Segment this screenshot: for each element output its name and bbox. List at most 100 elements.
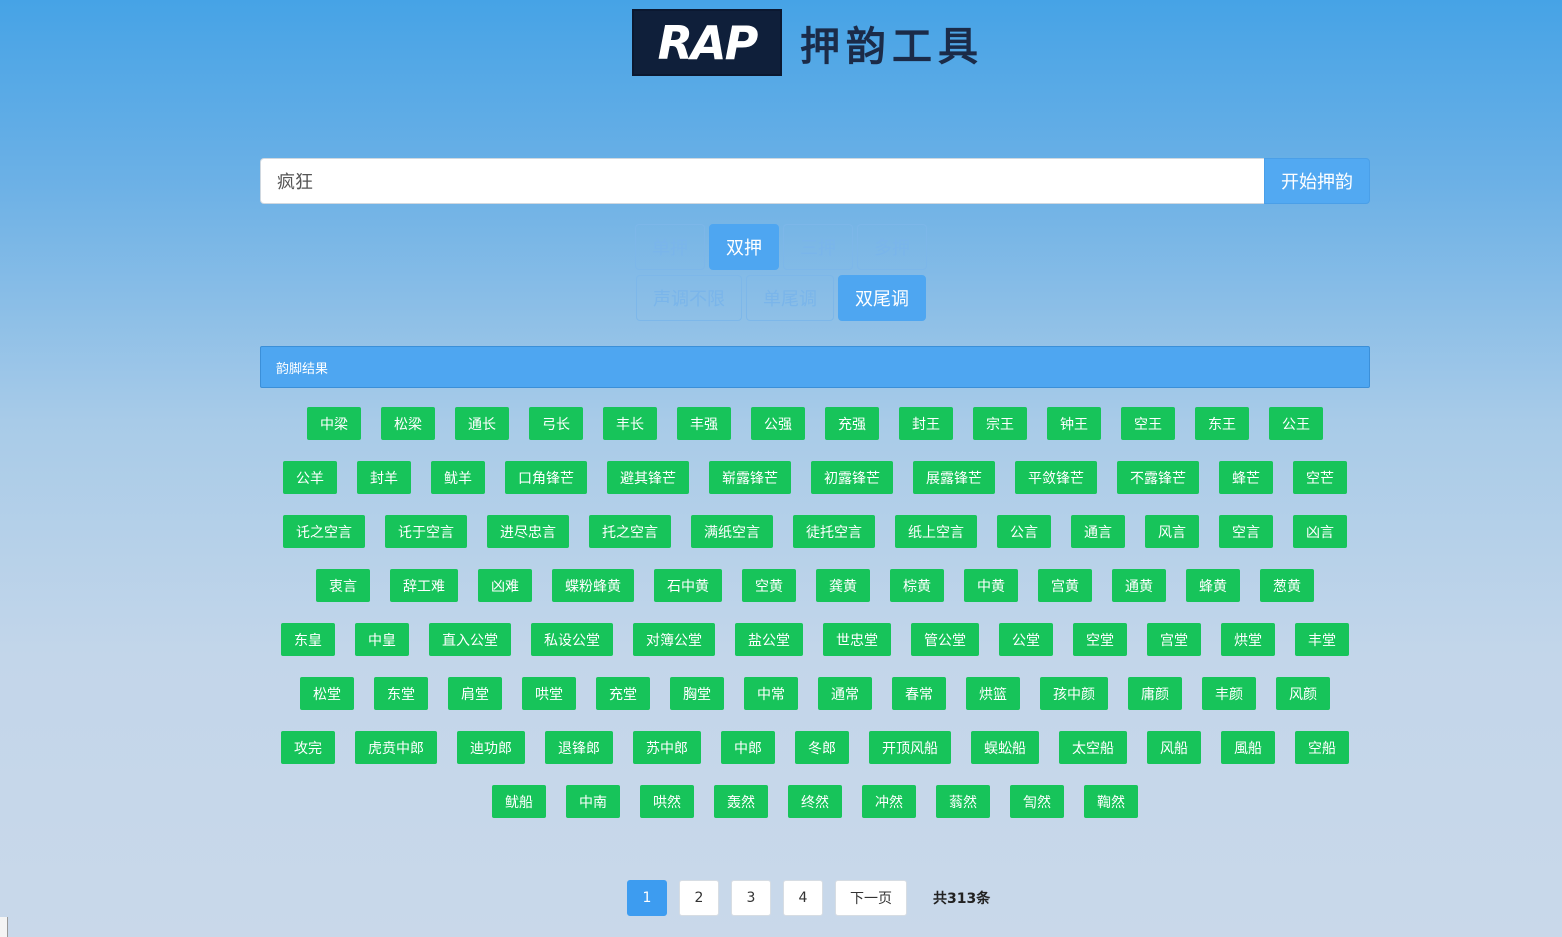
rhyme-word-tag[interactable]: 东王 xyxy=(1195,407,1249,440)
rhyme-word-tag[interactable]: 展露锋芒 xyxy=(913,461,995,494)
rhyme-word-tag[interactable]: 中皇 xyxy=(355,623,409,656)
rhyme-word-tag[interactable]: 庸颜 xyxy=(1128,677,1182,710)
rhyme-word-tag[interactable]: 托之空言 xyxy=(589,515,671,548)
rhyme-word-tag[interactable]: 宫黄 xyxy=(1038,569,1092,602)
rhyme-word-tag[interactable]: 东堂 xyxy=(374,677,428,710)
rhyme-word-tag[interactable]: 通言 xyxy=(1071,515,1125,548)
rhyme-word-tag[interactable]: 哄然 xyxy=(640,785,694,818)
rhyme-word-tag[interactable]: 空船 xyxy=(1295,731,1349,764)
rhyme-type-option[interactable]: 单押 xyxy=(635,224,705,270)
rhyme-word-tag[interactable]: 太空船 xyxy=(1059,731,1127,764)
rhyme-word-tag[interactable]: 空黄 xyxy=(742,569,796,602)
rhyme-word-tag[interactable]: 世忠堂 xyxy=(823,623,891,656)
page-2-button[interactable]: 2 xyxy=(679,880,719,916)
rhyme-word-tag[interactable]: 避其锋芒 xyxy=(607,461,689,494)
rhyme-word-tag[interactable]: 中南 xyxy=(566,785,620,818)
rhyme-word-tag[interactable]: 崭露锋芒 xyxy=(709,461,791,494)
rhyme-word-tag[interactable]: 胸堂 xyxy=(670,677,724,710)
rhyme-word-tag[interactable]: 凶难 xyxy=(478,569,532,602)
rhyme-word-tag[interactable]: 风言 xyxy=(1145,515,1199,548)
rhyme-word-tag[interactable]: 私设公堂 xyxy=(531,623,613,656)
rhyme-word-tag[interactable]: 鱿船 xyxy=(492,785,546,818)
rhyme-word-tag[interactable]: 攻完 xyxy=(281,731,335,764)
rhyme-word-tag[interactable]: 封羊 xyxy=(357,461,411,494)
rhyme-word-tag[interactable]: 公羊 xyxy=(283,461,337,494)
rhyme-word-tag[interactable]: 东皇 xyxy=(281,623,335,656)
tone-option[interactable]: 双尾调 xyxy=(838,275,926,321)
rhyme-word-tag[interactable]: 通常 xyxy=(818,677,872,710)
rhyme-word-tag[interactable]: 葱黄 xyxy=(1260,569,1314,602)
rhyme-word-tag[interactable]: 口角锋芒 xyxy=(505,461,587,494)
rhyme-word-tag[interactable]: 丰颜 xyxy=(1202,677,1256,710)
rhyme-word-tag[interactable]: 初露锋芒 xyxy=(811,461,893,494)
rhyme-word-tag[interactable]: 中黄 xyxy=(964,569,1018,602)
rhyme-word-tag[interactable]: 松堂 xyxy=(300,677,354,710)
rhyme-word-tag[interactable]: 孩中颜 xyxy=(1040,677,1108,710)
rhyme-word-tag[interactable]: 轰然 xyxy=(714,785,768,818)
rhyme-word-tag[interactable]: 进尽忠言 xyxy=(487,515,569,548)
tone-option[interactable]: 声调不限 xyxy=(636,275,742,321)
rhyme-word-tag[interactable]: 终然 xyxy=(788,785,842,818)
rhyme-word-tag[interactable]: 鞫然 xyxy=(1084,785,1138,818)
rhyme-word-tag[interactable]: 平敛锋芒 xyxy=(1015,461,1097,494)
rhyme-word-tag[interactable]: 丰长 xyxy=(603,407,657,440)
rhyme-word-tag[interactable]: 风船 xyxy=(1147,731,1201,764)
rhyme-word-tag[interactable]: 中梁 xyxy=(307,407,361,440)
rhyme-word-tag[interactable]: 公言 xyxy=(997,515,1051,548)
rhyme-word-tag[interactable]: 丰强 xyxy=(677,407,731,440)
tone-option[interactable]: 单尾调 xyxy=(746,275,834,321)
rhyme-word-tag[interactable]: 烘篮 xyxy=(966,677,1020,710)
rhyme-word-tag[interactable]: 对簿公堂 xyxy=(633,623,715,656)
rhyme-word-tag[interactable]: 风颜 xyxy=(1276,677,1330,710)
rhyme-word-tag[interactable]: 不露锋芒 xyxy=(1117,461,1199,494)
rhyme-word-tag[interactable]: 纸上空言 xyxy=(895,515,977,548)
rhyme-word-tag[interactable]: 龚黄 xyxy=(816,569,870,602)
rhyme-word-tag[interactable]: 辞工难 xyxy=(390,569,458,602)
rhyme-word-tag[interactable]: 苏中郎 xyxy=(633,731,701,764)
rhyme-word-tag[interactable]: 蜂芒 xyxy=(1219,461,1273,494)
rhyme-word-tag[interactable]: 虎贲中郎 xyxy=(355,731,437,764)
rhyme-word-tag[interactable]: 蜂黄 xyxy=(1186,569,1240,602)
rhyme-word-tag[interactable]: 公堂 xyxy=(999,623,1053,656)
rhyme-word-tag[interactable]: 石中黄 xyxy=(654,569,722,602)
page-4-button[interactable]: 4 xyxy=(783,880,823,916)
rhyme-word-tag[interactable]: 迪功郎 xyxy=(457,731,525,764)
rhyme-word-tag[interactable]: 中常 xyxy=(744,677,798,710)
rhyme-word-tag[interactable]: 訇然 xyxy=(1010,785,1064,818)
rhyme-word-tag[interactable]: 松梁 xyxy=(381,407,435,440)
rhyme-word-tag[interactable]: 丰堂 xyxy=(1295,623,1349,656)
rhyme-word-tag[interactable]: 盐公堂 xyxy=(735,623,803,656)
rhyme-word-tag[interactable]: 哄堂 xyxy=(522,677,576,710)
rhyme-word-tag[interactable]: 退锋郎 xyxy=(545,731,613,764)
rhyme-word-tag[interactable]: 衷言 xyxy=(316,569,370,602)
rhyme-word-tag[interactable]: 空堂 xyxy=(1073,623,1127,656)
rhyme-word-tag[interactable]: 凶言 xyxy=(1293,515,1347,548)
search-input[interactable] xyxy=(260,158,1264,204)
rap-logo[interactable]: RAP xyxy=(632,9,782,76)
rhyme-word-tag[interactable]: 通黄 xyxy=(1112,569,1166,602)
rhyme-word-tag[interactable]: 钟王 xyxy=(1047,407,1101,440)
rhyme-word-tag[interactable]: 風船 xyxy=(1221,731,1275,764)
rhyme-word-tag[interactable]: 中郎 xyxy=(721,731,775,764)
rhyme-word-tag[interactable]: 徒托空言 xyxy=(793,515,875,548)
rhyme-word-tag[interactable]: 空芒 xyxy=(1293,461,1347,494)
rhyme-word-tag[interactable]: 公王 xyxy=(1269,407,1323,440)
rhyme-word-tag[interactable]: 蜈蚣船 xyxy=(971,731,1039,764)
rhyme-word-tag[interactable]: 弓长 xyxy=(529,407,583,440)
rhyme-word-tag[interactable]: 满纸空言 xyxy=(691,515,773,548)
rhyme-word-tag[interactable]: 开顶风船 xyxy=(869,731,951,764)
rhyme-word-tag[interactable]: 充强 xyxy=(825,407,879,440)
page-1-button[interactable]: 1 xyxy=(627,880,667,916)
rhyme-word-tag[interactable]: 空王 xyxy=(1121,407,1175,440)
rhyme-type-option[interactable]: 三押 xyxy=(783,224,853,270)
rhyme-word-tag[interactable]: 讬之空言 xyxy=(283,515,365,548)
page-3-button[interactable]: 3 xyxy=(731,880,771,916)
rhyme-word-tag[interactable]: 讬于空言 xyxy=(385,515,467,548)
rhyme-word-tag[interactable]: 充堂 xyxy=(596,677,650,710)
rhyme-word-tag[interactable]: 棕黄 xyxy=(890,569,944,602)
rhyme-word-tag[interactable]: 鱿羊 xyxy=(431,461,485,494)
rhyme-type-option[interactable]: 多押 xyxy=(857,224,927,270)
rhyme-word-tag[interactable]: 蝶粉蜂黄 xyxy=(552,569,634,602)
rhyme-word-tag[interactable]: 冲然 xyxy=(862,785,916,818)
rhyme-word-tag[interactable]: 宗王 xyxy=(973,407,1027,440)
